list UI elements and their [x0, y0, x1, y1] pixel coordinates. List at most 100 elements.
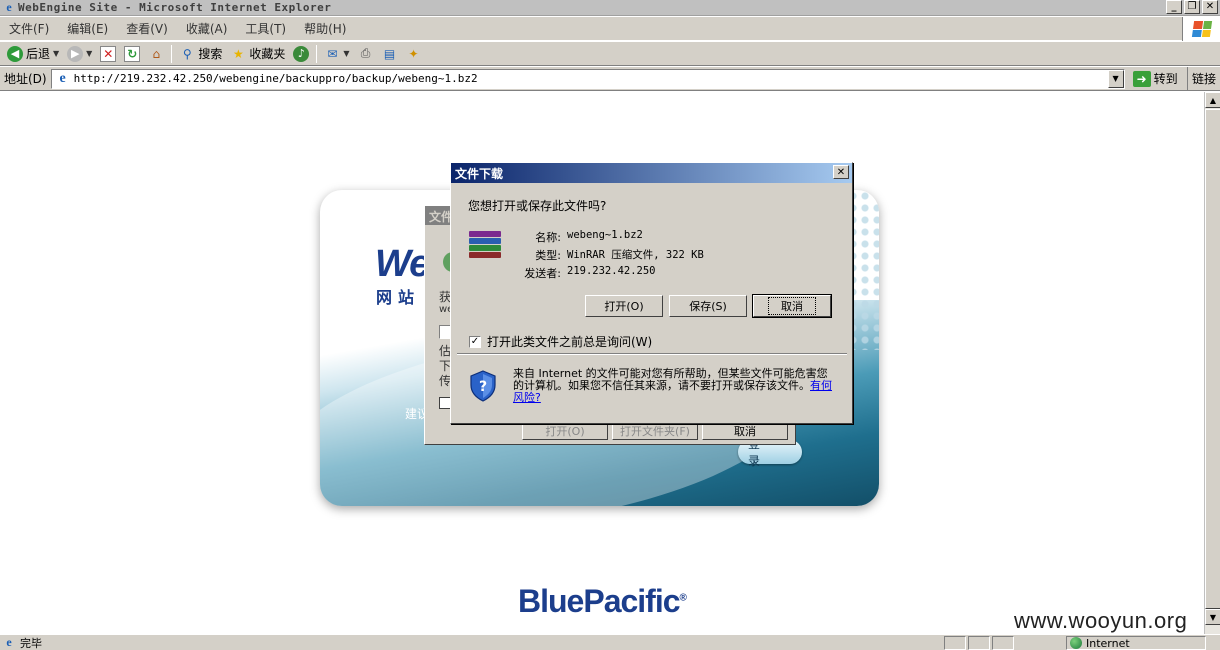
edit-button[interactable]: ▤: [378, 43, 402, 65]
menu-favorites[interactable]: 收藏(A): [177, 20, 237, 37]
messenger-button[interactable]: ✦: [402, 43, 426, 65]
forward-dropdown-icon[interactable]: ▼: [86, 49, 92, 58]
menu-view[interactable]: 查看(V): [117, 20, 177, 37]
menu-edit[interactable]: 编辑(E): [58, 20, 117, 37]
back-label: 后退: [26, 47, 51, 61]
security-warning-text: 来自 Internet 的文件可能对您有所帮助，但某些文件可能危害您的计算机。如…: [513, 367, 828, 392]
home-button[interactable]: ⌂: [144, 43, 168, 65]
status-text: 完毕: [20, 636, 42, 650]
search-label: 搜索: [198, 47, 223, 61]
watermark: www.wooyun.org: [1014, 608, 1188, 633]
status-cell: [968, 636, 990, 650]
bluepacific-logo: BluePacific®: [518, 583, 687, 620]
address-bar: 地址(D) e http://219.232.42.250/webengine/…: [0, 67, 1220, 91]
file-name-value: webeng~1.bz2: [567, 229, 643, 241]
go-button[interactable]: ➜ 转到: [1132, 70, 1178, 87]
go-label: 转到: [1153, 72, 1178, 86]
star-icon: ★: [232, 46, 244, 61]
windows-flag-logo: [1182, 17, 1220, 41]
edit-page-icon: ▤: [383, 46, 396, 61]
stop-icon: ✕: [100, 45, 117, 62]
search-button[interactable]: ⚲ 搜索: [175, 43, 226, 65]
file-download-dialog: 文件下载 ✕ 您想打开或保存此文件吗? 名称: webeng~1.bz2 类型:…: [450, 162, 853, 424]
status-bar: e 完毕 Internet: [0, 634, 1220, 650]
media-icon: ♪: [293, 45, 310, 62]
close-window-button[interactable]: ✕: [1202, 0, 1218, 14]
stop-button[interactable]: ✕: [96, 43, 120, 65]
mail-icon: ✉: [327, 46, 338, 61]
address-input[interactable]: e http://219.232.42.250/webengine/backup…: [50, 68, 1125, 89]
home-icon: ⌂: [152, 46, 161, 61]
file-name-row: 名称: webeng~1.bz2: [506, 229, 643, 245]
search-icon: ⚲: [182, 46, 192, 61]
windows-flag-icon: [1191, 21, 1212, 37]
always-ask-checkbox[interactable]: ✓: [469, 335, 481, 348]
menu-file[interactable]: 文件(F): [0, 20, 58, 37]
back-button[interactable]: ◀ 后退 ▼: [3, 43, 63, 65]
title-bar: e WebEngine Site - Microsoft Internet Ex…: [0, 0, 1220, 16]
page-icon: e: [59, 70, 66, 86]
toolbar: ◀ 后退 ▼ ▶ ▼ ✕ ↻ ⌂ ⚲ 搜索 ★ 收藏夹 ♪ ✉ ▼ ⎙ ▤ ✦: [0, 42, 1220, 66]
address-dropdown-icon[interactable]: ▼: [1107, 69, 1124, 88]
status-cell: [944, 636, 966, 650]
file-name-label: 名称:: [535, 231, 561, 244]
security-warning: 来自 Internet 的文件可能对您有所帮助，但某些文件可能危害您的计算机。如…: [513, 368, 833, 404]
file-type-row: 类型: WinRAR 压缩文件, 322 KB: [506, 247, 704, 263]
restore-button[interactable]: ❐: [1184, 0, 1200, 14]
dialog-title-bar: 文件下载 ✕: [451, 163, 852, 183]
mail-dropdown-icon[interactable]: ▼: [343, 49, 349, 58]
scroll-thumb[interactable]: [1205, 109, 1220, 609]
forward-button[interactable]: ▶ ▼: [63, 43, 96, 65]
menu-help[interactable]: 帮助(H): [295, 20, 355, 37]
print-button[interactable]: ⎙: [354, 43, 378, 65]
file-source-row: 发送者: 219.232.42.250: [506, 265, 656, 281]
webengine-logo-subtitle: 网站: [376, 288, 421, 307]
winrar-archive-icon: [469, 231, 501, 259]
favorites-label: 收藏夹: [249, 47, 286, 61]
ie-logo-icon: e: [6, 0, 12, 14]
file-source-label: 发送者:: [524, 267, 561, 280]
cancel-button[interactable]: 取消: [752, 294, 832, 318]
address-label: 地址(D): [4, 72, 47, 86]
svg-text:?: ?: [479, 379, 487, 395]
back-dropdown-icon[interactable]: ▼: [53, 49, 59, 58]
media-button[interactable]: ♪: [289, 43, 313, 65]
dialog-close-button[interactable]: ✕: [833, 165, 849, 179]
registered-mark: ®: [679, 592, 687, 604]
scroll-down-icon[interactable]: ▼: [1205, 609, 1220, 625]
mail-button[interactable]: ✉ ▼: [320, 43, 353, 65]
dialog-title: 文件下载: [455, 166, 504, 181]
scroll-up-icon[interactable]: ▲: [1205, 92, 1220, 108]
always-ask-option[interactable]: ✓ 打开此类文件之前总是询问(W): [469, 333, 652, 350]
back-arrow-icon: ◀: [7, 45, 23, 62]
status-page-icon: e: [6, 635, 12, 649]
address-url[interactable]: http://219.232.42.250/webengine/backuppr…: [74, 72, 478, 85]
file-type-value: WinRAR 压缩文件, 322 KB: [567, 249, 704, 261]
menu-tools[interactable]: 工具(T): [236, 20, 295, 37]
toolbar-separator: [171, 44, 173, 63]
open-button[interactable]: 打开(O): [585, 295, 663, 317]
favorites-button[interactable]: ★ 收藏夹: [226, 43, 289, 65]
save-button[interactable]: 保存(S): [669, 295, 747, 317]
go-arrow-icon: ➜: [1132, 70, 1151, 87]
refresh-icon: ↻: [124, 45, 141, 62]
bluepacific-logo-text: BluePacific: [518, 583, 681, 619]
menu-bar: 文件(F) 编辑(E) 查看(V) 收藏(A) 工具(T) 帮助(H): [0, 17, 1220, 41]
links-button[interactable]: 链接: [1186, 67, 1220, 90]
cancel-label: 取消: [768, 297, 816, 315]
messenger-icon: ✦: [408, 46, 419, 61]
file-source-value: 219.232.42.250: [567, 265, 656, 277]
window-title: WebEngine Site - Microsoft Internet Expl…: [18, 1, 332, 14]
dialog-divider: [457, 353, 847, 355]
file-type-label: 类型:: [535, 249, 561, 262]
status-cell: [992, 636, 1014, 650]
internet-zone-icon: [1070, 637, 1082, 649]
minimize-button[interactable]: _: [1166, 0, 1182, 14]
dialog-buttons: 打开(O) 保存(S) 取消: [585, 294, 832, 318]
always-ask-label: 打开此类文件之前总是询问(W): [487, 335, 653, 349]
vertical-scrollbar[interactable]: ▲ ▼: [1204, 92, 1220, 634]
security-zone-label: Internet: [1086, 636, 1130, 650]
dialog-question: 您想打开或保存此文件吗?: [468, 199, 607, 213]
refresh-button[interactable]: ↻: [120, 43, 144, 65]
security-shield-icon: ?: [470, 370, 496, 402]
